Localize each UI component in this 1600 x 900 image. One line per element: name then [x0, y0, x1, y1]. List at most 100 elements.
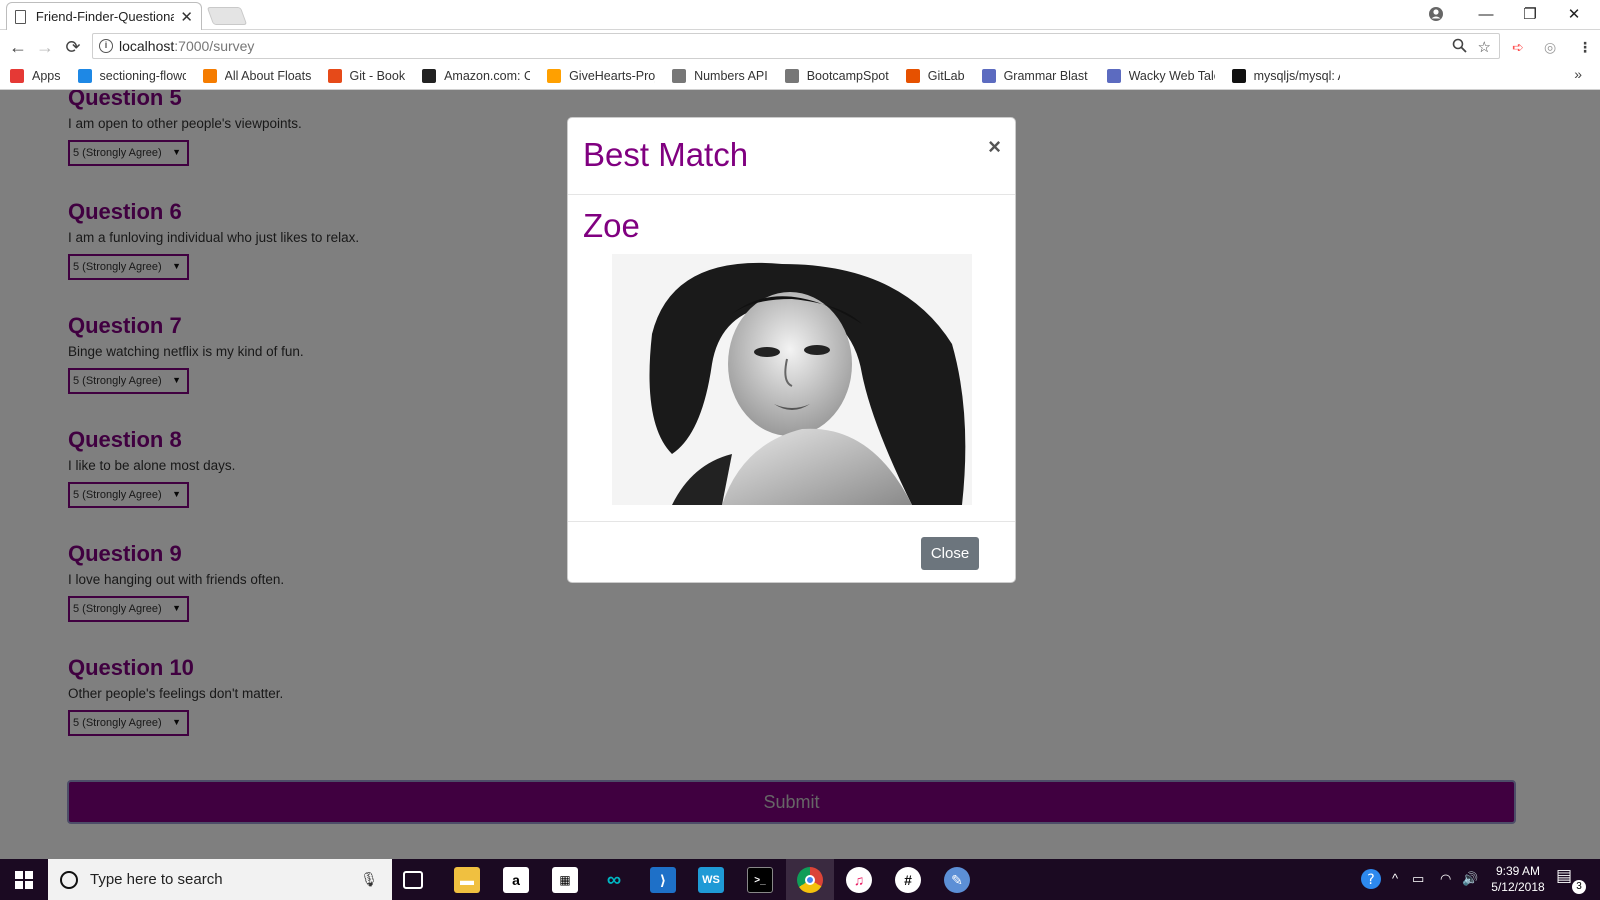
- info-icon[interactable]: i: [99, 39, 113, 53]
- vscode-icon[interactable]: ⟩: [650, 867, 676, 893]
- help-icon[interactable]: ?: [1360, 868, 1382, 893]
- site-icon: [77, 69, 92, 83]
- file-explorer-icon[interactable]: ▬: [454, 867, 480, 893]
- bookmark-item[interactable]: GiveHearts-Project3: [547, 69, 655, 83]
- apps-grid-icon: [10, 69, 24, 83]
- site-icon: [1106, 69, 1121, 83]
- url-text: localhost:7000/survey: [119, 38, 254, 54]
- restore-icon[interactable]: ❐: [1508, 0, 1552, 28]
- bookmark-label: Wacky Web Tales Gr: [1128, 69, 1215, 83]
- clock[interactable]: 9:39 AM 5/12/2018: [1478, 863, 1558, 895]
- clock-date: 5/12/2018: [1491, 880, 1545, 894]
- slack-icon[interactable]: #: [895, 867, 921, 893]
- bookmark-label: GitLab: [927, 69, 965, 83]
- bookmark-star-icon[interactable]: ☆: [1478, 38, 1491, 56]
- close-button[interactable]: Close: [921, 537, 979, 570]
- site-icon: [981, 69, 996, 83]
- volume-icon[interactable]: 🔊: [1462, 871, 1478, 887]
- bookmark-label: mysqljs/mysql: A pure: [1253, 69, 1340, 83]
- microphone-icon[interactable]: 🎙: [360, 871, 378, 888]
- chevron-up-icon[interactable]: ^: [1392, 871, 1398, 886]
- bookmarks-bar: Apps sectioning-flowchart All About Floats…: [0, 63, 1600, 90]
- forward-icon[interactable]: →: [33, 35, 57, 59]
- modal-body: Zoe: [568, 195, 1015, 522]
- bookmark-item[interactable]: BootcampSpot: [784, 69, 889, 83]
- amazon-icon: [422, 69, 437, 83]
- bookmark-item[interactable]: mysqljs/mysql: A pure: [1231, 69, 1340, 83]
- star-icon: [202, 69, 217, 83]
- clock-time: 9:39 AM: [1495, 864, 1541, 878]
- bookmark-label: Numbers API: [694, 69, 768, 83]
- bookmark-item[interactable]: Apps: [10, 69, 61, 83]
- modal-title: Best Match: [583, 136, 749, 173]
- bookmark-label: GiveHearts-Project3: [569, 69, 656, 83]
- tab-title: Friend-Finder-Questionaire: [35, 9, 175, 24]
- gitlab-icon: [905, 69, 920, 83]
- page-icon: [784, 69, 799, 83]
- browser-toolbar: ← → ⟳ i localhost:7000/survey ☆ ➪ ◎ ⋮: [0, 31, 1600, 63]
- back-icon[interactable]: ←: [6, 35, 30, 59]
- modal-close-icon[interactable]: ×: [988, 134, 1001, 160]
- bookmark-item[interactable]: All About Floats | CSS: [202, 69, 311, 83]
- itunes-icon[interactable]: ♫: [846, 867, 872, 893]
- bookmark-label: Git - Book: [349, 69, 406, 83]
- windows-taskbar: Type here to search 🎙 ▬ a ▦ ∞ ⟩ WS >_ ♫ …: [0, 859, 1600, 900]
- modal-header: Best Match ×: [568, 118, 1015, 195]
- document-icon: [15, 9, 26, 24]
- bookmark-label: sectioning-flowchart: [99, 69, 186, 83]
- bookmark-label: Amazon.com: O'Reilly: [444, 69, 531, 83]
- bookmark-item[interactable]: sectioning-flowchart: [77, 69, 186, 83]
- address-bar[interactable]: i localhost:7000/survey ☆: [92, 33, 1500, 59]
- webstorm-icon[interactable]: WS: [698, 867, 724, 893]
- cortana-icon: [60, 870, 78, 889]
- new-tab-button[interactable]: [206, 7, 248, 25]
- git-icon: [327, 69, 342, 83]
- bookmark-item[interactable]: Git - Book: [327, 69, 406, 83]
- profile-icon[interactable]: [1414, 0, 1458, 28]
- windows-start-icon[interactable]: [0, 859, 48, 900]
- bookmark-label: Apps: [32, 69, 61, 83]
- tab-strip: Friend-Finder-Questionaire ✕ — ❐ ✕: [0, 0, 1600, 30]
- calendar-icon[interactable]: ▦: [552, 867, 578, 893]
- bookmark-label: Grammar Blast grade: [1003, 69, 1090, 83]
- bookmark-item[interactable]: Wacky Web Tales Gr: [1106, 69, 1215, 83]
- bookmarks-overflow-icon[interactable]: »: [1574, 66, 1582, 82]
- zoom-icon[interactable]: [1452, 38, 1467, 57]
- close-window-icon[interactable]: ✕: [1552, 0, 1596, 28]
- match-name: Zoe: [583, 207, 640, 244]
- browser-tab[interactable]: Friend-Finder-Questionaire ✕: [6, 2, 202, 30]
- taskbar-search-placeholder: Type here to search: [90, 871, 223, 888]
- taskbar-search[interactable]: Type here to search 🎙: [48, 859, 392, 900]
- battery-icon[interactable]: ▭: [1412, 871, 1424, 887]
- bookmark-item[interactable]: GitLab: [905, 69, 965, 83]
- best-match-modal: Best Match × Zoe Close: [567, 117, 1016, 583]
- arduino-icon[interactable]: ∞: [601, 867, 627, 893]
- page-icon: [672, 69, 687, 83]
- chrome-icon[interactable]: [797, 867, 823, 893]
- task-view-icon[interactable]: [403, 871, 423, 889]
- url-path: :7000/survey: [174, 38, 255, 54]
- terminal-icon[interactable]: >_: [747, 867, 773, 893]
- amazon-app-icon[interactable]: a: [503, 867, 529, 893]
- github-icon: [1231, 69, 1246, 83]
- wifi-icon[interactable]: ◠: [1440, 871, 1451, 887]
- firebase-icon: [547, 69, 562, 83]
- notification-count: 3: [1572, 880, 1586, 894]
- notification-center-icon[interactable]: ▤ 3: [1556, 866, 1586, 894]
- url-host: localhost: [119, 38, 175, 54]
- match-photo: [612, 254, 972, 505]
- minimize-icon[interactable]: —: [1464, 0, 1508, 28]
- extension-icon[interactable]: ➪: [1512, 39, 1524, 56]
- bookmark-label: All About Floats | CSS: [224, 69, 311, 83]
- bookmark-label: BootcampSpot: [806, 69, 889, 83]
- bookmark-item[interactable]: Numbers API: [672, 69, 768, 83]
- paint-icon[interactable]: ✎: [944, 867, 970, 893]
- extension-icon-2[interactable]: ◎: [1544, 39, 1556, 56]
- close-tab-icon[interactable]: ✕: [180, 8, 193, 26]
- menu-icon[interactable]: ⋮: [1578, 39, 1592, 56]
- svg-text:?: ?: [1367, 872, 1374, 888]
- bookmark-item[interactable]: Amazon.com: O'Reilly: [422, 69, 530, 83]
- bookmark-item[interactable]: Grammar Blast grade: [981, 69, 1090, 83]
- modal-footer: Close: [568, 522, 1015, 582]
- reload-icon[interactable]: ⟳: [61, 35, 85, 59]
